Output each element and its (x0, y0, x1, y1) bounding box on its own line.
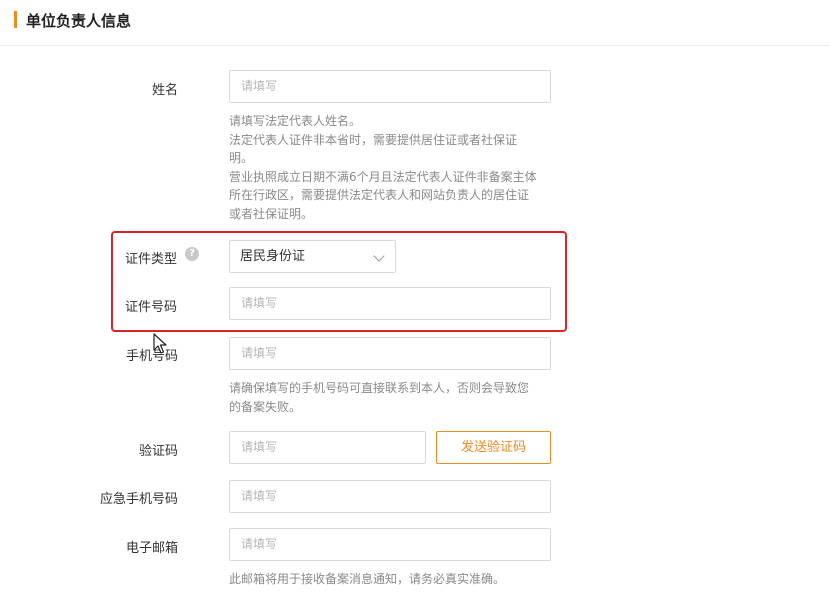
section-accent-bar (14, 11, 17, 28)
name-label: 姓名 (151, 83, 178, 98)
name-input[interactable]: 请填写 (229, 70, 551, 103)
name-help-line: 请填写法定代表人姓名。 (229, 114, 362, 128)
name-help-line: 或者社保证明。 (229, 206, 314, 221)
name-help: 请填写法定代表人姓名。 法定代表人证件非本省时，需要提供居住证或者社保证 明。 … (229, 112, 559, 223)
section-header: 单位负责人信息 (0, 0, 830, 46)
emergency-phone-input[interactable]: 请填写 (229, 480, 551, 513)
highlight-box (111, 231, 567, 332)
email-input[interactable]: 请填写 (229, 528, 551, 561)
section-title: 单位负责人信息 (26, 12, 132, 30)
email-label: 电子邮箱 (125, 541, 178, 556)
code-input[interactable]: 请填写 (229, 431, 426, 464)
name-help-line: 营业执照成立日期不满6个月且法定代表人证件非备案主体 (229, 169, 537, 184)
emergency-phone-label: 应急手机号码 (99, 492, 178, 507)
email-help-line: 此邮箱将用于接收备案消息通知，请务必真实准确。 (229, 572, 506, 586)
code-label: 验证码 (138, 444, 178, 459)
phone-label: 手机号码 (125, 349, 178, 364)
name-help-line: 法定代表人证件非本省时，需要提供居住证或者社保证 (229, 132, 518, 147)
phone-help-line: 请确保填写的手机号码可直接联系到本人，否则会导致您 (229, 381, 530, 395)
phone-input[interactable]: 请填写 (229, 337, 551, 370)
mouse-cursor-icon (153, 333, 167, 354)
name-help-line: 明。 (229, 151, 254, 165)
email-help: 此邮箱将用于接收备案消息通知，请务必真实准确。 (229, 570, 559, 589)
name-help-line: 所在行政区，需要提供法定代表人和网站负责人的居住证 (229, 188, 530, 202)
phone-help: 请确保填写的手机号码可直接联系到本人，否则会导致您 的备案失败。 (229, 379, 559, 416)
send-code-button[interactable]: 发送验证码 (436, 431, 551, 464)
phone-help-line: 的备案失败。 (229, 399, 302, 414)
